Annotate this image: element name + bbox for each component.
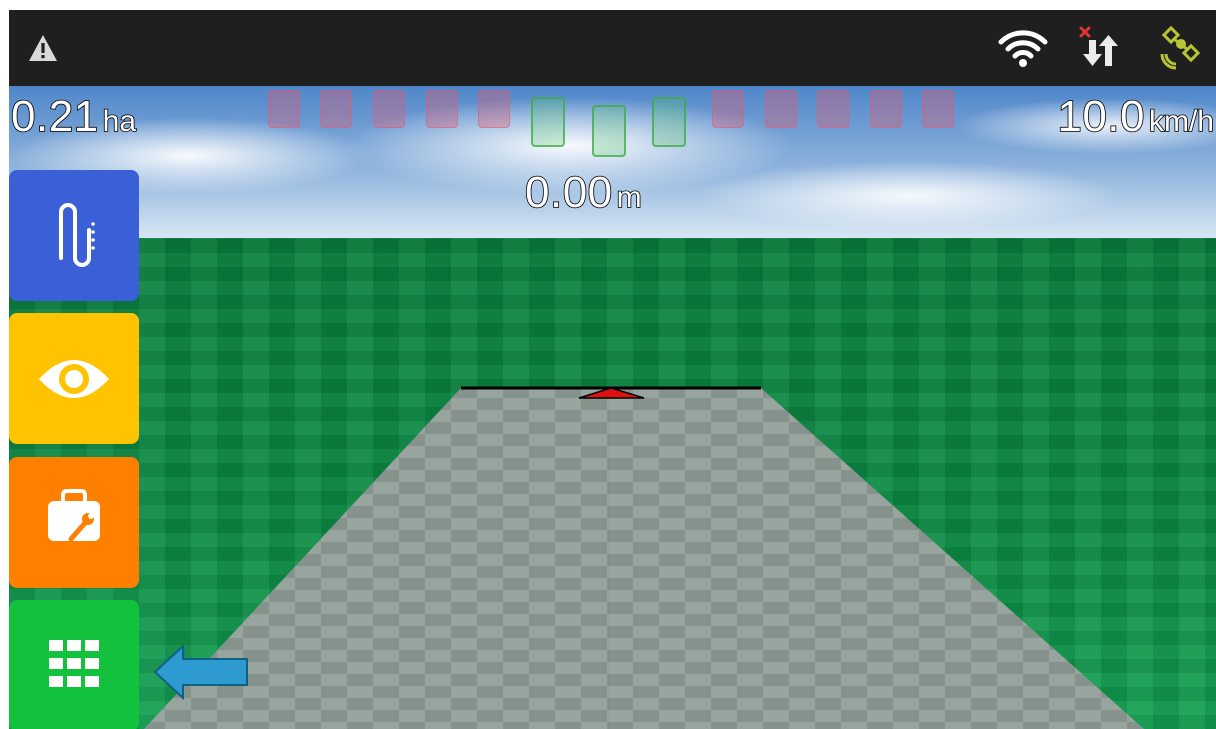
lightbar-segment [592, 105, 626, 157]
eye-icon [39, 360, 109, 398]
lightbar-segment [320, 90, 352, 128]
lightbar-segment [478, 90, 510, 128]
lightbar-segment [922, 90, 954, 128]
area-unit: ha [102, 104, 137, 139]
speed-readout: 10.0 km/h [1057, 91, 1215, 142]
gps-satellite-icon[interactable] [1160, 26, 1204, 70]
app-screen: 0.21 ha 10.0 km/h 0.00 m [9, 10, 1216, 729]
speed-value: 10.0 [1057, 91, 1146, 142]
guidance-button[interactable] [9, 170, 139, 301]
cross-track-offset-readout: 0.00 m [524, 167, 643, 218]
pointer-arrow-icon [153, 643, 248, 701]
offset-unit: m [616, 180, 643, 215]
status-bar [9, 10, 1216, 86]
view-button[interactable] [9, 313, 139, 444]
lightbar-segment [817, 90, 849, 128]
area-readout: 0.21 ha [10, 91, 137, 142]
lightbar-segment [268, 90, 300, 128]
lightbar-segment [373, 90, 405, 128]
grid-icon [49, 640, 99, 687]
toolbox-icon [48, 489, 100, 542]
wifi-icon[interactable] [998, 28, 1048, 68]
lightbar-segment [426, 90, 458, 128]
warning-icon[interactable] [28, 34, 58, 62]
offset-value: 0.00 [524, 167, 613, 218]
tools-button[interactable] [9, 457, 139, 588]
speed-unit: km/h [1148, 104, 1215, 139]
lightbar-segment [531, 97, 565, 147]
lightbar-segment [765, 90, 797, 128]
guidance-path [144, 388, 1144, 729]
area-value: 0.21 [10, 91, 99, 142]
lightbar-segment [870, 90, 902, 128]
lightbar-segment [712, 90, 744, 128]
apps-button[interactable] [9, 600, 139, 729]
lightbar-segment [652, 97, 686, 147]
guidance-pattern-icon [59, 203, 95, 267]
data-transfer-icon[interactable] [1077, 24, 1123, 70]
